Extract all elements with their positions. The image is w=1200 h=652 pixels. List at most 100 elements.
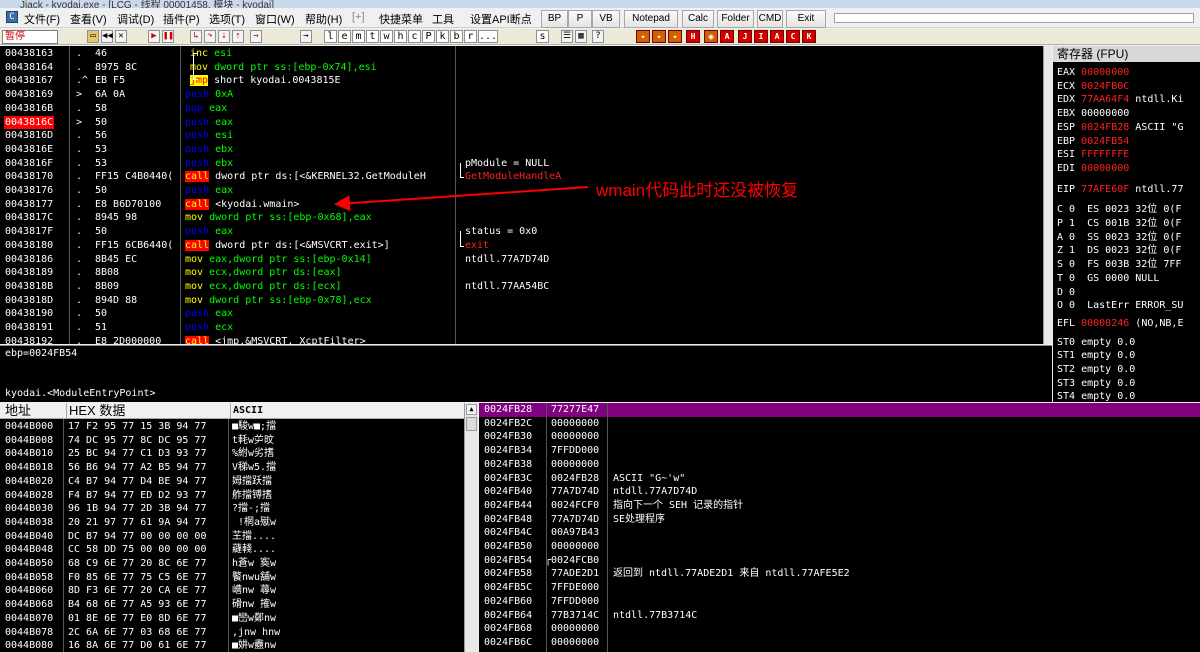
disasm-row[interactable]: 00438164. 8975 8C mov dword ptr ss:[ebp-0x… (0, 61, 1051, 75)
jiack-a-icon[interactable]: A (770, 30, 784, 43)
disasm-row[interactable]: 00438170. FF15 C4B0440(call dword ptr ds:… (0, 170, 1051, 184)
disasm-row[interactable]: 00438189. 8B08 mov ecx,dword ptr ds:[eax] (0, 266, 1051, 280)
register-value[interactable]: 00000246 (1081, 318, 1129, 329)
disasm-row[interactable]: 00438191. 51 push ecx (0, 321, 1051, 335)
plugin-icon-3[interactable]: ✦ (668, 30, 682, 43)
p-button[interactable]: P (568, 10, 592, 28)
help-icon[interactable]: ? (592, 30, 604, 43)
notepad-button[interactable]: Notepad (624, 10, 678, 28)
disasm-row[interactable]: 00438169 >6A 0A push 0xA (0, 88, 1051, 102)
fpu-row[interactable]: ST0 empty 0.0 (1057, 336, 1135, 350)
fpu-row[interactable]: ST4 empty 0.0 (1057, 390, 1135, 402)
rewind-icon[interactable]: ◀◀ (101, 30, 113, 43)
calc-button[interactable]: Calc (682, 10, 714, 28)
register-ecx[interactable]: ECX 0024FB0C (1057, 80, 1135, 94)
tool-m[interactable]: m (352, 30, 365, 43)
menu-tools[interactable]: 工具 (432, 11, 454, 27)
execute-till-return-icon[interactable]: → (250, 30, 262, 43)
flag-row[interactable]: S 0 FS 003B 32位 7FF (1057, 258, 1181, 272)
trace-over-icon[interactable]: ⇡ (232, 30, 244, 43)
tool-b[interactable]: b (450, 30, 463, 43)
tool-t[interactable]: t (366, 30, 379, 43)
register-value[interactable]: 00000000 (1081, 163, 1129, 174)
menu-view[interactable]: 查看(V) (70, 11, 107, 27)
bp-button[interactable]: BP (541, 10, 568, 28)
dump-row[interactable]: 0044B050 68 C9 6E 77 20 8C 6E 77 h蒼w 寏w (0, 557, 464, 571)
disasm-row[interactable]: 00438176. 50 push eax (0, 184, 1051, 198)
step-over-icon[interactable]: ↷ (204, 30, 216, 43)
stack-pane[interactable]: 0024FB28 77277E47 0024FB2C 00000000 0024FB30… (479, 403, 1200, 652)
register-efl[interactable]: EFL 00000246 (NO,NB,E (1057, 317, 1183, 331)
disassembly-pane[interactable]: 00438163. 46 inc esi 00438164. 8975 8C mov dw… (0, 46, 1052, 344)
asm-icon[interactable]: A (720, 30, 734, 43)
goto-icon[interactable]: → (300, 30, 312, 43)
disasm-row[interactable]: 00438186. 8B45 EC mov eax,dword ptr ss:[eb… (0, 253, 1051, 267)
dump-row[interactable]: 0044B038 20 21 97 77 61 9A 94 77 !棢a殧w (0, 516, 464, 530)
menu-debug[interactable]: 调试(D) (117, 11, 154, 27)
dump-row[interactable]: 0044B080 16 8A 6E 77 D0 61 6E 77 ■妌w衋nw (0, 639, 464, 652)
disassembly-scrollbar[interactable] (1043, 46, 1052, 344)
disasm-row[interactable]: 0043817F. 50 push eax status = 0x0 (0, 225, 1051, 239)
disasm-row[interactable]: 00438180. FF15 6CB6440(call dword ptr ds:… (0, 239, 1051, 253)
trace-into-icon[interactable]: ⇣ (218, 30, 230, 43)
tool-c[interactable]: c (408, 30, 421, 43)
stack-row[interactable]: 0024FB44 0024FCF0 指向下一个 SEH 记录的指针 (479, 499, 1200, 513)
dump-pane[interactable]: 0044B000 17 F2 95 77 15 3B 94 77 ■駿w■;擋 004… (0, 419, 464, 652)
disasm-row[interactable]: 0043816D. 56 push esi (0, 129, 1051, 143)
tool-h[interactable]: h (394, 30, 407, 43)
dump-row[interactable]: 0044B060 8D F3 6E 77 20 CA 6E 77 嶆nw 蕁w (0, 584, 464, 598)
tool-l[interactable]: l (324, 30, 337, 43)
dump-row[interactable]: 0044B008 74 DC 95 77 8C DC 95 77 t軞w屰旼 (0, 434, 464, 448)
menu-options[interactable]: 选项(T) (209, 11, 245, 27)
tool-e[interactable]: e (338, 30, 351, 43)
tool-p[interactable]: P (422, 30, 435, 43)
disasm-row[interactable]: 0043818B. 8B09 mov ecx,dword ptr ds:[ecx] n… (0, 280, 1051, 294)
register-value[interactable]: 0024FB54 (1081, 136, 1129, 147)
jiack-k-icon[interactable]: K (802, 30, 816, 43)
dump-row[interactable]: 0044B040 DC B7 94 77 00 00 00 00 芏擋.... (0, 530, 464, 544)
disasm-row[interactable]: 00438177. E8 B6D70100 call <kyodai.wmain> (0, 198, 1051, 212)
hbp-icon[interactable]: H (686, 30, 700, 43)
stack-row[interactable]: 0024FB4C 00A97B43 (479, 526, 1200, 540)
flag-row[interactable]: Z 1 DS 0023 32位 0(F (1057, 244, 1181, 258)
stack-row[interactable]: 0024FB64 77B3714C ntdll.77B3714C (479, 609, 1200, 623)
flag-row[interactable]: P 1 CS 001B 32位 0(F (1057, 217, 1181, 231)
jiack-j-icon[interactable]: J (738, 30, 752, 43)
register-value[interactable]: 00000000 (1081, 67, 1129, 78)
disasm-row[interactable]: 00438190. 50 push eax (0, 307, 1051, 321)
pause-icon[interactable]: ❚❚ (162, 30, 174, 43)
register-ebp[interactable]: EBP 0024FB54 (1057, 135, 1135, 149)
jiack-c-icon[interactable]: C (786, 30, 800, 43)
flag-row[interactable]: C 0 ES 0023 32位 0(F (1057, 203, 1181, 217)
menu-plus[interactable]: [+] (352, 11, 365, 23)
register-value[interactable]: 0024FB0C (1081, 81, 1129, 92)
app-icon[interactable]: C (6, 11, 18, 23)
fpu-row[interactable]: ST2 empty 0.0 (1057, 363, 1135, 377)
register-eip[interactable]: EIP 77AFE60F ntdll.77 (1057, 183, 1183, 197)
disasm-row[interactable]: 0043816F. 53 push ebx pModule = NULL (0, 157, 1051, 171)
flag-row[interactable]: T 0 GS 0000 NULL (1057, 272, 1159, 286)
disasm-row[interactable]: 0043816B. 58 pop eax (0, 102, 1051, 116)
disasm-row[interactable]: 0043816C >50 push eax (0, 115, 1051, 130)
tool-s[interactable]: s (536, 30, 549, 43)
stack-row[interactable]: 0024FB30 00000000 (479, 430, 1200, 444)
stack-row[interactable]: 0024FB68 00000000 (479, 622, 1200, 636)
menu-window[interactable]: 窗口(W) (255, 11, 295, 27)
stack-row[interactable]: 0024FB28 77277E47 (479, 403, 1200, 417)
menu-plugins[interactable]: 插件(P) (163, 11, 200, 27)
dump-row[interactable]: 0044B070 01 8E 6E 77 E0 8D 6E 77 ■巒w鄭nw (0, 612, 464, 626)
stack-row[interactable]: 0024FB5C 7FFDE000 (479, 581, 1200, 595)
register-edi[interactable]: EDI 00000000 (1057, 162, 1135, 176)
stack-row[interactable]: 0024FB34 7FFDD000 (479, 444, 1200, 458)
dump-row[interactable]: 0044B078 2C 6A 6E 77 03 68 6E 77 ,jnw hnw (0, 626, 464, 640)
flag-row[interactable]: D 0 (1057, 286, 1075, 300)
flag-row[interactable]: O 0 LastErr ERROR_SU (1057, 299, 1183, 313)
dump-row[interactable]: 0044B030 96 1B 94 77 2D 3B 94 77 ?擋-;擋 (0, 502, 464, 516)
open-icon[interactable]: ▭ (87, 30, 99, 43)
tool-more[interactable]: ... (478, 30, 498, 43)
fpu-row[interactable]: ST3 empty 0.0 (1057, 377, 1135, 391)
dump-row[interactable]: 0044B048 CC 58 DD 75 00 00 00 00 蘕輚.... (0, 543, 464, 557)
stack-row[interactable]: 0024FB60 7FFDD000 (479, 595, 1200, 609)
flag-row[interactable]: A 0 SS 0023 32位 0(F (1057, 231, 1181, 245)
close-icon[interactable]: ✕ (115, 30, 127, 43)
